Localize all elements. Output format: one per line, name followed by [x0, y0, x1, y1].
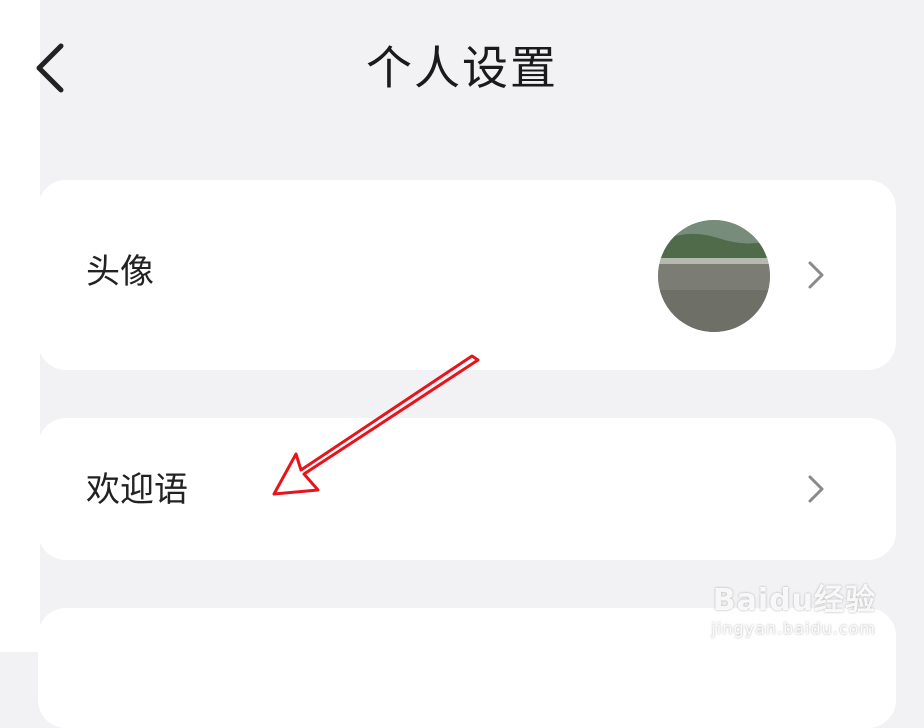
avatar[interactable]: [658, 220, 770, 332]
watermark-url: jingyan.baidu.com: [711, 619, 876, 638]
welcome-message-row-label: 欢迎语: [86, 470, 188, 510]
watermark: Baidu经验 jingyan.baidu.com: [711, 575, 876, 638]
page-title: 个人设置: [366, 41, 558, 95]
avatar-row[interactable]: 头像: [38, 180, 896, 370]
header: 个人设置: [0, 0, 924, 140]
avatar-row-label: 头像: [86, 252, 154, 292]
welcome-message-row[interactable]: 欢迎语: [38, 418, 896, 560]
watermark-logo: Baidu经验: [712, 583, 876, 618]
chevron-right-icon: [808, 475, 824, 503]
chevron-right-icon: [808, 261, 824, 289]
